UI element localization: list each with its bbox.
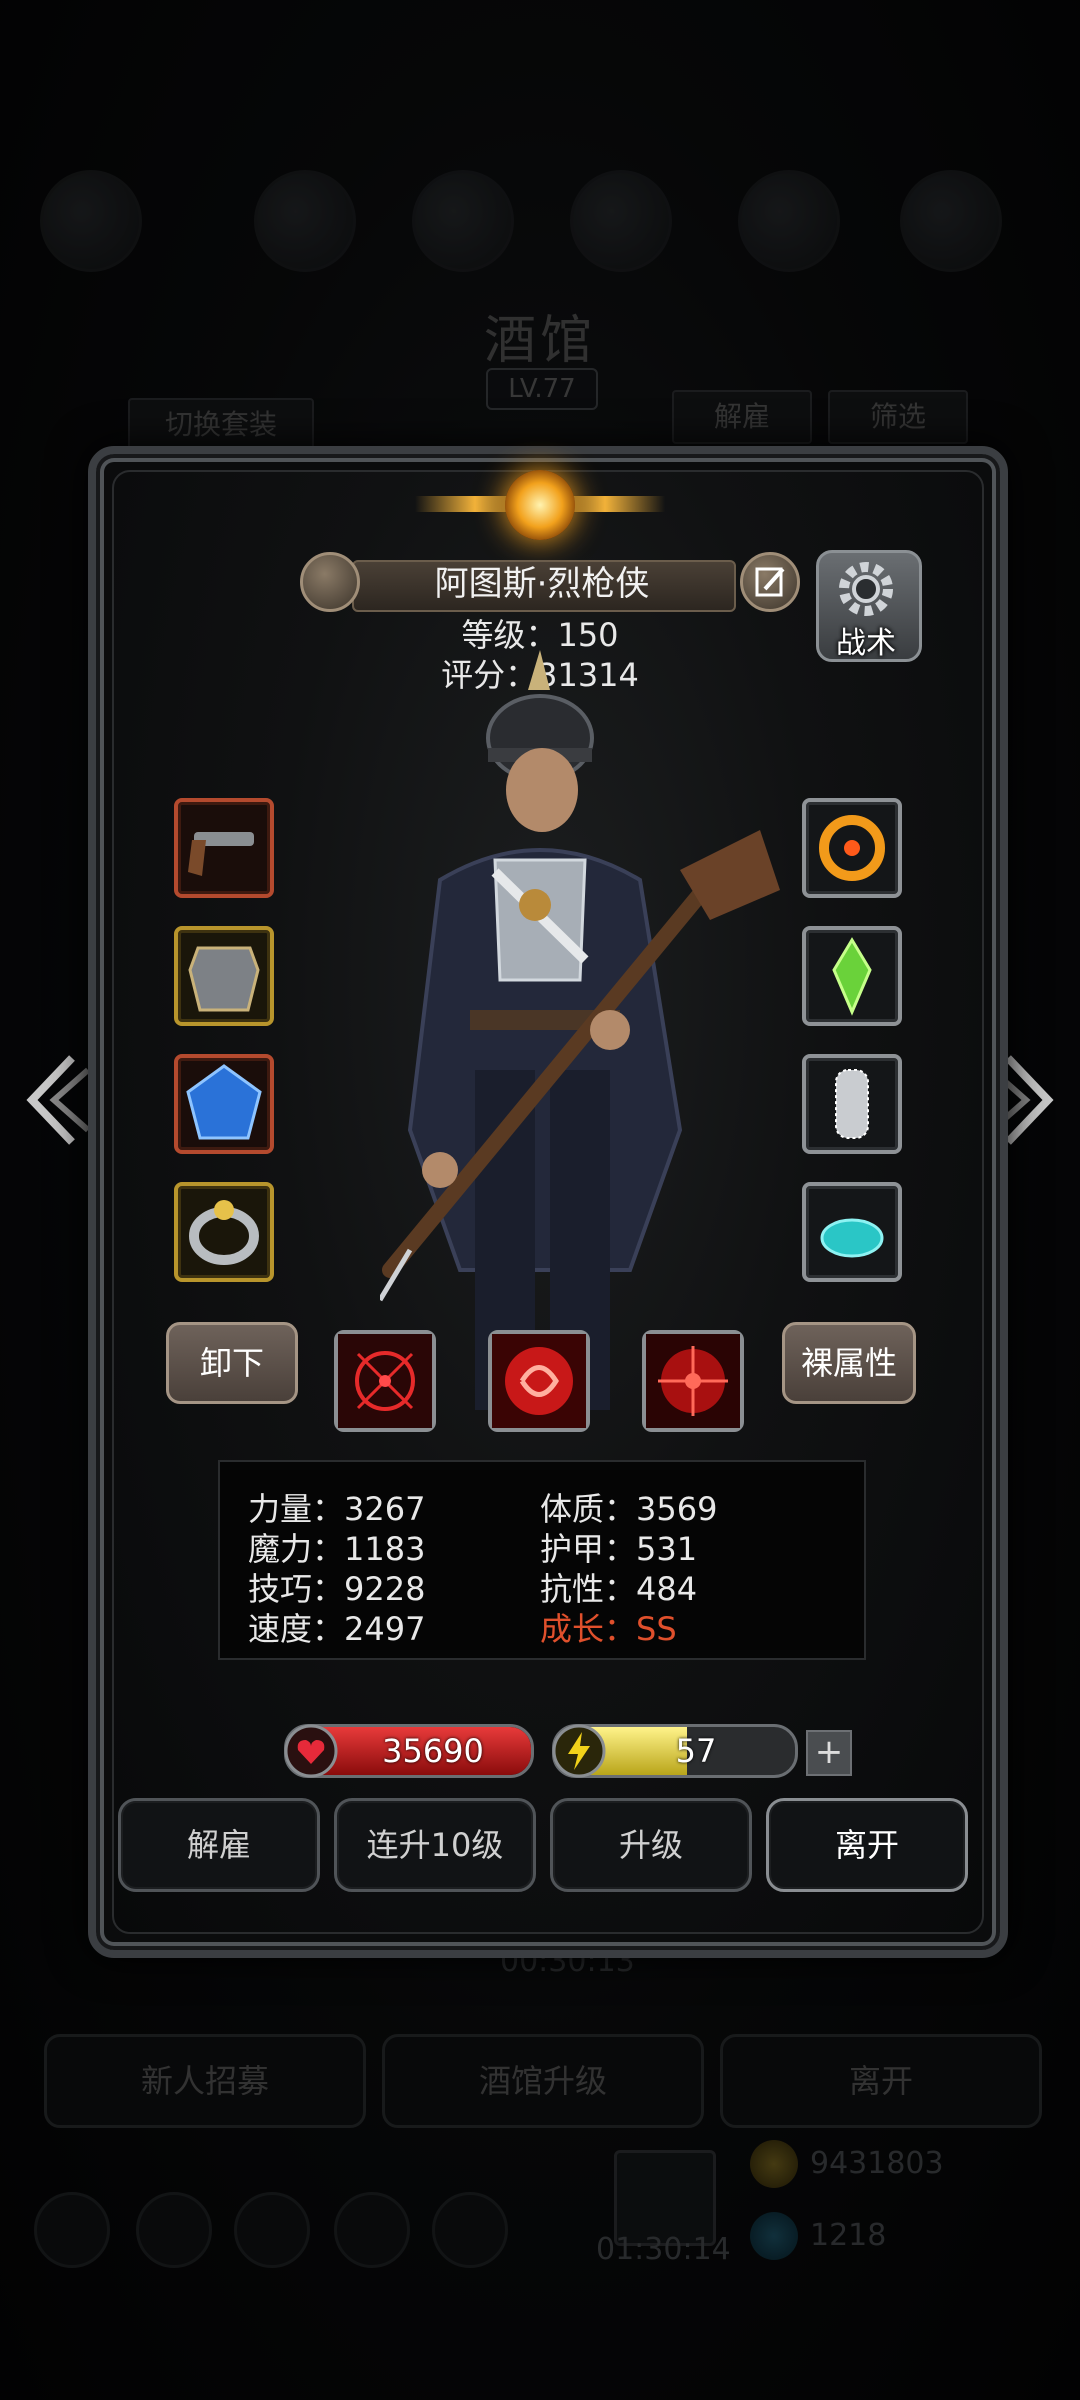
energy-value: 57 bbox=[675, 1732, 717, 1770]
gem-icon bbox=[750, 2212, 798, 2260]
top-menu-icon bbox=[738, 170, 840, 272]
equip-slot-weapon[interactable] bbox=[174, 798, 274, 898]
emblem-sun-icon bbox=[505, 470, 575, 540]
recruit-button: 新人招募 bbox=[44, 2034, 366, 2128]
bottom-nav-icon bbox=[136, 2192, 212, 2268]
pencil-icon bbox=[755, 567, 785, 597]
lightning-icon bbox=[552, 1724, 606, 1778]
swirl-icon bbox=[492, 1334, 586, 1428]
tavern-upgrade-button: 酒馆升级 bbox=[382, 2034, 704, 2128]
hero-name: 阿图斯·烈枪侠 bbox=[434, 564, 650, 604]
unequip-button[interactable]: 卸下 bbox=[166, 1322, 298, 1404]
add-energy-button[interactable]: + bbox=[806, 1730, 852, 1776]
top-menu-icon bbox=[412, 170, 514, 272]
base-attributes-button[interactable]: 裸属性 bbox=[782, 1322, 916, 1404]
equip-slot-armor[interactable] bbox=[174, 926, 274, 1026]
filter-button: 筛选 bbox=[828, 390, 968, 444]
equip-slot-gem[interactable] bbox=[174, 1054, 274, 1154]
tactics-label: 战术 bbox=[836, 626, 896, 661]
attr-speed: 速度：2497 bbox=[248, 1610, 426, 1648]
crosshair-icon bbox=[646, 1334, 740, 1428]
bottom-nav-icon bbox=[334, 2192, 410, 2268]
switch-outfit-button: 切换套装 bbox=[128, 398, 314, 452]
turquoise-stone-icon bbox=[820, 1218, 884, 1258]
skill-slot-3[interactable] bbox=[642, 1330, 744, 1432]
equip-slot-ring[interactable] bbox=[174, 1182, 274, 1282]
gold-coin-icon bbox=[750, 2140, 798, 2188]
pistol-icon bbox=[188, 832, 254, 876]
gold-amount: 9431803 bbox=[810, 2146, 944, 2181]
leave-button[interactable]: 离开 bbox=[766, 1798, 968, 1892]
fire-wreath-icon bbox=[819, 815, 885, 881]
top-menu-icon bbox=[40, 170, 142, 272]
upgrade-10-button[interactable]: 连升10级 bbox=[334, 1798, 536, 1892]
bg-leave-button: 离开 bbox=[720, 2034, 1042, 2128]
equip-slot-crystal[interactable] bbox=[802, 926, 902, 1026]
sapphire-icon bbox=[186, 1064, 262, 1140]
top-menu-icon bbox=[570, 170, 672, 272]
heart-icon bbox=[284, 1724, 338, 1778]
equip-slot-stone[interactable] bbox=[802, 1182, 902, 1282]
tavern-level: LV.77 bbox=[486, 368, 598, 410]
green-crystal-icon bbox=[832, 937, 872, 1016]
armor-icon bbox=[188, 946, 260, 1012]
upgrade-button[interactable]: 升级 bbox=[550, 1798, 752, 1892]
skill-slot-2[interactable] bbox=[488, 1330, 590, 1432]
ring-icon bbox=[189, 1200, 259, 1265]
previous-hero-arrow-icon[interactable] bbox=[14, 1050, 94, 1150]
bg-dismiss-button: 解雇 bbox=[672, 390, 812, 444]
rename-edit-icon[interactable] bbox=[740, 552, 800, 612]
bottom-nav-icon bbox=[34, 2192, 110, 2268]
bottom-nav-icon bbox=[234, 2192, 310, 2268]
chainmail-icon bbox=[835, 1069, 869, 1139]
bottom-timer: 01:30:14 bbox=[596, 2232, 731, 2267]
top-menu-icon bbox=[254, 170, 356, 272]
target-rune-icon bbox=[338, 1334, 432, 1428]
attr-growth: 成长：SS bbox=[540, 1610, 677, 1648]
bottom-nav-icon bbox=[432, 2192, 508, 2268]
gem-amount: 1218 bbox=[810, 2218, 887, 2253]
tavern-title: 酒馆 bbox=[483, 311, 596, 371]
top-menu-icon bbox=[900, 170, 1002, 272]
dismiss-button[interactable]: 解雇 bbox=[118, 1798, 320, 1892]
skill-slot-1[interactable] bbox=[334, 1330, 436, 1432]
equip-slot-amulet[interactable] bbox=[802, 798, 902, 898]
equip-slot-chain[interactable] bbox=[802, 1054, 902, 1154]
medal-icon[interactable] bbox=[300, 552, 360, 612]
hp-value: 35690 bbox=[382, 1732, 484, 1770]
